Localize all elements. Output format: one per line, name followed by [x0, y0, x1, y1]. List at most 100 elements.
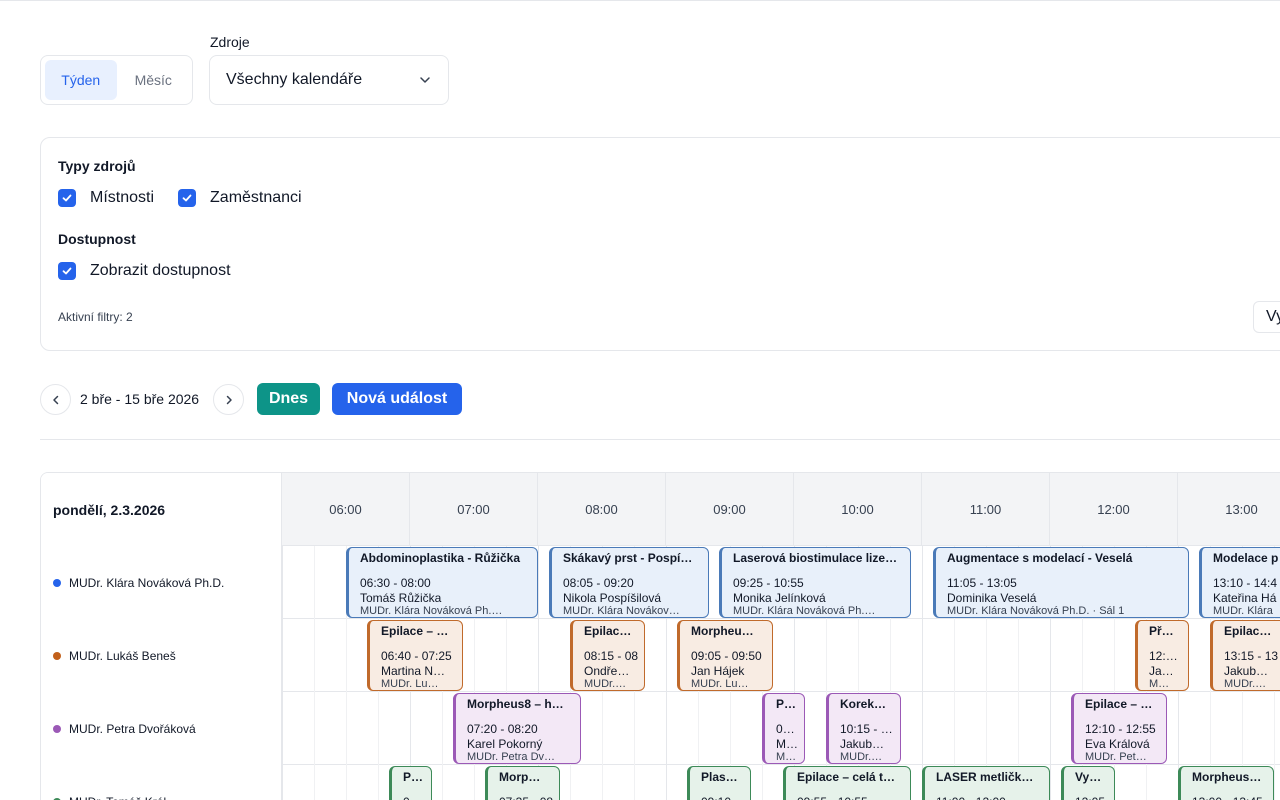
event-time: 12:10 - 12:55	[1085, 722, 1156, 736]
calendar-event[interactable]: Laserová biostimulace lize… 09:25 - 10:55…	[719, 547, 911, 618]
grid-line	[986, 692, 987, 765]
next-range-button[interactable]	[213, 384, 244, 415]
calendar-event[interactable]: Morpheu… 09:05 - 09:50 Jan Hájek MUDr. Lu…	[677, 620, 773, 691]
calendar-event[interactable]: Epilace – … 12:10 - 12:55 Eva Králová MUDr.…	[1071, 693, 1167, 764]
grid-line	[1050, 619, 1051, 692]
event-time: 09:55 - 10:55	[797, 795, 905, 800]
event-patient: Dominika Veselá	[947, 592, 1037, 605]
resource-name-label: MUDr. Tomáš Král	[69, 795, 166, 800]
calendar-event[interactable]: Morpheus… 13:00 - 13:45	[1178, 766, 1274, 800]
calendar-event[interactable]: P… 09:4 M… M…	[762, 693, 805, 764]
reset-filters-button[interactable]: Vy	[1253, 301, 1280, 333]
employees-label: Zaměstnanci	[210, 189, 302, 206]
resource-row: MUDr. Klára Nováková Ph.D. Abdominoplasti…	[41, 546, 1280, 619]
show-availability-checkbox[interactable]	[58, 262, 76, 280]
calendar-event[interactable]: Modelace p 13:10 - 14:4 Kateřina Há MUDr. K…	[1199, 547, 1280, 618]
calendar-event[interactable]: Plas… 09:10 - 0	[687, 766, 751, 800]
event-time: 12:05	[1075, 795, 1109, 800]
calendar-event[interactable]: Korek… 10:15 - 10: Jakub… MUDr.…	[826, 693, 901, 764]
grid-line	[602, 692, 603, 765]
grid-line	[282, 765, 283, 800]
grid-line	[666, 692, 667, 765]
event-patient: Nikola Pospíšilová	[563, 592, 662, 605]
grid-line	[1018, 619, 1019, 692]
calendar-event[interactable]: LASER metličk… 11:00 - 12:00	[922, 766, 1050, 800]
event-doctor: MUDr. Lu…	[691, 678, 749, 690]
grid-line	[346, 765, 347, 800]
calendar-event[interactable]: Skákavý prst - Pospí… 08:05 - 09:20 Nikola…	[549, 547, 709, 618]
event-patient: Eva Králová	[1085, 738, 1150, 751]
event-patient: Jan Hájek	[691, 665, 745, 678]
event-title: Morpheu…	[691, 624, 754, 638]
hour-header: 08:00	[538, 473, 666, 546]
grid-line	[826, 619, 827, 692]
calendar-event[interactable]: Morp… 07:35 - 08	[485, 766, 560, 800]
grid-line	[1274, 765, 1275, 800]
grid-line	[922, 546, 923, 619]
today-button[interactable]: Dnes	[257, 383, 320, 415]
active-filters-count: Aktivní filtry: 2	[58, 310, 133, 324]
calendar-event[interactable]: P… 06:5	[389, 766, 432, 800]
view-toggle: Týden Měsíc	[40, 55, 193, 105]
grid-line	[538, 619, 539, 692]
view-month-button[interactable]: Měsíc	[119, 60, 189, 100]
event-doctor: MUDr. Pet…	[1085, 751, 1147, 763]
event-title: Epilace – …	[381, 624, 449, 638]
resource-name: MUDr. Tomáš Král	[41, 765, 282, 800]
event-doctor: MUDr. Klára Nováková Ph.…	[733, 605, 876, 617]
calendar-event[interactable]: Epilace – … 06:40 - 07:25 Martina N… MUDr. …	[367, 620, 463, 691]
event-time: 08:05 - 09:20	[563, 576, 634, 590]
grid-line	[954, 619, 955, 692]
resources-select[interactable]: Všechny kalendáře	[209, 55, 449, 105]
event-patient: Jakub…	[840, 738, 885, 751]
event-patient: Ja…	[1149, 665, 1174, 678]
resource-color-dot	[53, 651, 61, 660]
hour-header: 10:00	[794, 473, 922, 546]
grid-line	[954, 692, 955, 765]
calendar-event[interactable]: Epilac… 08:15 - 08 Ondře… MUDr.…	[570, 620, 645, 691]
event-time: 11:05 - 13:05	[947, 576, 1017, 590]
event-time: 06:40 - 07:25	[381, 649, 452, 663]
rooms-label: Místnosti	[90, 189, 155, 206]
grid-line	[1050, 692, 1051, 765]
grid-line	[538, 546, 539, 619]
chevron-left-icon	[52, 395, 58, 404]
event-doctor: MUDr. Petra Dv…	[467, 751, 556, 763]
event-doctor: MUDr. Klára Novákov…	[563, 605, 680, 617]
resource-name-label: MUDr. Petra Dvořáková	[69, 721, 196, 736]
new-event-button[interactable]: Nová událost	[332, 383, 462, 415]
resources-label: Zdroje	[210, 34, 250, 50]
calendar-event[interactable]: Morpheus8 – h… 07:20 - 08:20 Karel Pokorný…	[453, 693, 581, 764]
calendar-event[interactable]: Epilace – celá t… 09:55 - 10:55	[783, 766, 911, 800]
employees-checkbox[interactable]	[178, 189, 197, 207]
event-title: Modelace p	[1213, 551, 1279, 565]
event-time: 13:00 - 13:45	[1192, 795, 1268, 800]
grid-line	[378, 765, 379, 800]
resource-row: MUDr. Tomáš Král P… 06:5 Morp… 07:35 - 08 Pla…	[41, 765, 1280, 800]
previous-range-button[interactable]	[40, 384, 71, 415]
event-patient: M…	[776, 738, 798, 751]
calendar-event[interactable]: Augmentace s modelací - Veselá 11:05 - 13…	[933, 547, 1189, 618]
rooms-checkbox[interactable]	[58, 189, 76, 207]
calendar-event[interactable]: Vy… 12:05	[1061, 766, 1115, 800]
calendar-event[interactable]: Př… 12:40 - Ja… M…	[1135, 620, 1189, 691]
event-title: Př…	[1149, 624, 1174, 638]
grid-line	[282, 546, 283, 619]
grid-line	[1178, 692, 1179, 765]
grid-line	[762, 765, 763, 800]
date-range-label: 2 bře - 15 bře 2026	[80, 391, 200, 407]
calendar-event[interactable]: Abdominoplastika - Růžička 06:30 - 08:00 T…	[346, 547, 538, 618]
grid-line	[346, 619, 347, 692]
grid-line	[1018, 692, 1019, 765]
chevron-right-icon	[226, 395, 232, 404]
event-patient: Ondře…	[584, 665, 630, 678]
event-title: Skákavý prst - Pospí…	[563, 551, 693, 565]
view-week-button[interactable]: Týden	[45, 60, 117, 100]
grid-line	[858, 619, 859, 692]
grid-line	[282, 692, 283, 765]
grid-line	[314, 546, 315, 619]
resource-name-label: MUDr. Lukáš Beneš	[69, 648, 176, 663]
grid-line	[698, 692, 699, 765]
calendar-event[interactable]: Epilac… 13:15 - 13 Jakub… MUDr.…	[1210, 620, 1280, 691]
event-time: 07:20 - 08:20	[467, 722, 538, 736]
